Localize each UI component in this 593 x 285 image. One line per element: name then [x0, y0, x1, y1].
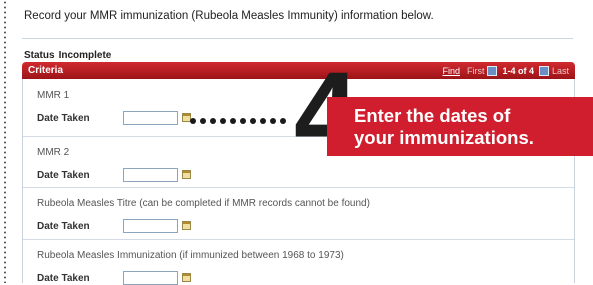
find-link[interactable]: Find [442, 66, 460, 76]
calendar-icon[interactable] [182, 170, 191, 179]
row-divider [23, 187, 574, 188]
row-label: Rubeola Measles Titre (can be completed … [37, 198, 370, 209]
titre-date-input[interactable] [123, 219, 178, 233]
criteria-title: Criteria [28, 65, 64, 76]
divider [22, 38, 573, 39]
status-label: Status [24, 50, 55, 61]
row-label: Rubeola Measles Immunization (if immuniz… [37, 250, 344, 261]
date-taken-label: Date Taken [37, 273, 90, 284]
first-page-icon[interactable] [487, 66, 498, 76]
status-line: Status Incomplete [24, 50, 111, 61]
calendar-icon[interactable] [182, 273, 191, 282]
page-edge-dotted-border [4, 0, 6, 283]
row-label: MMR 2 [37, 147, 70, 158]
calendar-icon[interactable] [182, 221, 191, 230]
row-label: MMR 1 [37, 90, 70, 101]
status-value: Incomplete [58, 50, 112, 61]
last-link[interactable]: Last [552, 66, 569, 76]
first-link[interactable]: First [467, 66, 485, 76]
grid-pager: Find First 1-4 of 4 Last [442, 66, 569, 76]
dotted-leader-line [190, 118, 286, 124]
mmr2-date-input[interactable] [123, 168, 178, 182]
callout-line-2: your immunizations. [354, 127, 534, 148]
date-taken-label: Date Taken [37, 113, 90, 124]
instruction-callout: Enter the dates of your immunizations. [327, 97, 593, 156]
date-taken-label: Date Taken [37, 221, 90, 232]
row-divider [23, 239, 574, 240]
callout-line-1: Enter the dates of [354, 105, 511, 126]
last-page-icon[interactable] [538, 66, 549, 76]
row-count: 1-4 of 4 [502, 66, 534, 76]
mmr1-date-input[interactable] [123, 111, 178, 125]
date-taken-label: Date Taken [37, 170, 90, 181]
page-instructions: Record your MMR immunization (Rubeola Me… [24, 10, 434, 22]
